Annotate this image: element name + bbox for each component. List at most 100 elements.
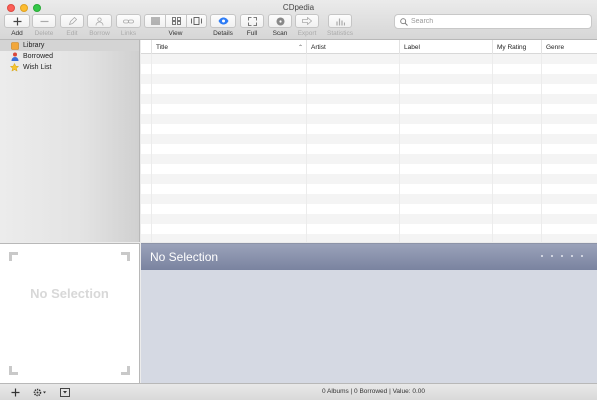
statistics-button[interactable]: Statistics [327, 14, 353, 37]
table-row[interactable] [141, 194, 597, 204]
table-cell [400, 214, 493, 224]
edit-button[interactable]: Edit [60, 14, 84, 37]
table-row[interactable] [141, 104, 597, 114]
table-cell [542, 114, 597, 124]
table-cell [542, 104, 597, 114]
rating-dot[interactable] [581, 255, 583, 257]
table-row[interactable] [141, 224, 597, 234]
window-toolbar: CDpedia Add Delete Edit Borrow Links Vie… [0, 0, 597, 40]
table-cell [542, 214, 597, 224]
bar-chart-icon [335, 18, 345, 25]
table-cell [493, 174, 542, 184]
rating-dot[interactable] [561, 255, 563, 257]
table-cell [400, 84, 493, 94]
expand-icon [247, 16, 257, 26]
list-view-button[interactable] [144, 14, 165, 28]
details-button[interactable]: Details [210, 14, 236, 37]
delete-button[interactable]: Delete [32, 14, 56, 37]
table-row[interactable] [141, 184, 597, 194]
action-menu-button[interactable] [33, 387, 47, 398]
table-cell [141, 224, 152, 234]
table-row[interactable] [141, 64, 597, 74]
table-row[interactable] [141, 94, 597, 104]
column-header-title[interactable]: Title ⌃ [152, 40, 307, 54]
table-row[interactable] [141, 214, 597, 224]
column-header-label: My Rating [497, 43, 527, 51]
table-cell [307, 94, 400, 104]
export-button[interactable]: Export [295, 14, 319, 37]
table-cell [307, 64, 400, 74]
rating-dot[interactable] [571, 255, 573, 257]
sidebar-item-wish-list[interactable]: Wish List [0, 62, 139, 73]
table-cell [152, 224, 307, 234]
toggle-pane-button[interactable] [60, 387, 70, 398]
column-header-genre[interactable]: Genre [542, 40, 597, 54]
grid-view-button[interactable] [165, 14, 186, 28]
table-cell [141, 154, 152, 164]
albums-table[interactable]: Title ⌃ Artist Label My Rating Genre [141, 40, 597, 242]
table-cell [152, 124, 307, 134]
table-cell [493, 224, 542, 234]
table-cell [141, 64, 152, 74]
table-row[interactable] [141, 154, 597, 164]
table-cell [141, 144, 152, 154]
column-header-blank[interactable] [141, 40, 152, 54]
table-row[interactable] [141, 144, 597, 154]
table-cell [493, 134, 542, 144]
table-cell [152, 64, 307, 74]
sidebar-item-library[interactable]: Library [0, 40, 139, 51]
table-cell [493, 234, 542, 242]
table-row[interactable] [141, 54, 597, 64]
column-header-label: Artist [311, 43, 326, 51]
detail-header: No Selection [141, 244, 597, 270]
rating-dots[interactable] [541, 255, 583, 257]
artwork-well[interactable]: No Selection [0, 243, 140, 383]
column-header-my-rating[interactable]: My Rating [493, 40, 542, 54]
table-cell [400, 54, 493, 64]
borrow-button[interactable]: Borrow [87, 14, 112, 37]
table-cell [493, 104, 542, 114]
table-cell [141, 134, 152, 144]
artwork-placeholder: No Selection [30, 286, 109, 301]
table-cell [493, 194, 542, 204]
table-cell [141, 204, 152, 214]
table-row[interactable] [141, 174, 597, 184]
add-collection-button[interactable] [11, 387, 20, 398]
table-cell [152, 184, 307, 194]
plus-icon [11, 388, 20, 397]
table-cell [152, 84, 307, 94]
table-row[interactable] [141, 84, 597, 94]
links-button[interactable]: Links [116, 14, 141, 37]
table-cell [152, 144, 307, 154]
table-row[interactable] [141, 134, 597, 144]
table-row[interactable] [141, 234, 597, 242]
table-cell [152, 204, 307, 214]
column-header-artist[interactable]: Artist [307, 40, 400, 54]
table-cell [141, 74, 152, 84]
rating-dot[interactable] [541, 255, 543, 257]
table-cell [493, 164, 542, 174]
table-cell [307, 124, 400, 134]
minus-icon [40, 20, 48, 22]
add-button[interactable]: Add [4, 14, 30, 37]
table-row[interactable] [141, 114, 597, 124]
corner-mark [121, 366, 130, 375]
table-row[interactable] [141, 124, 597, 134]
table-row[interactable] [141, 164, 597, 174]
table-cell [400, 74, 493, 84]
table-row[interactable] [141, 204, 597, 214]
sidebar-item-borrowed[interactable]: Borrowed [0, 51, 139, 62]
search-input[interactable] [411, 18, 581, 25]
status-bar: 0 Albums | 0 Borrowed | Value: 0.00 [0, 383, 597, 400]
table-cell [542, 224, 597, 234]
rating-dot[interactable] [551, 255, 553, 257]
full-button[interactable]: Full [240, 14, 264, 37]
table-row[interactable] [141, 74, 597, 84]
column-header-label-col[interactable]: Label [400, 40, 493, 54]
search-field[interactable] [394, 14, 592, 29]
table-cell [307, 104, 400, 114]
table-cell [400, 154, 493, 164]
scan-button[interactable]: Scan [268, 14, 292, 37]
sidebar-item-label: Wish List [23, 64, 52, 71]
coverflow-view-button[interactable] [186, 14, 207, 28]
